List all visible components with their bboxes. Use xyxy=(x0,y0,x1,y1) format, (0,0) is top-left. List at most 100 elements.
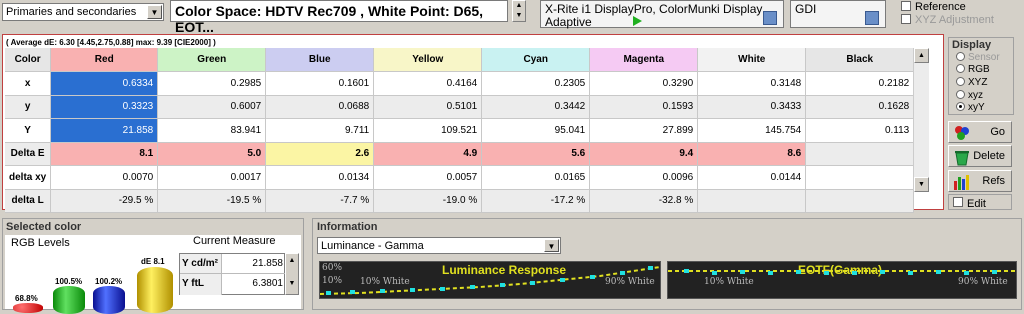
measures-scroll[interactable]: ▲ ▼ xyxy=(285,253,299,295)
table-cell[interactable]: -32.8 % xyxy=(589,189,699,213)
table-cell[interactable]: 0.113 xyxy=(805,118,915,143)
table-cell[interactable] xyxy=(805,189,915,213)
table-cell[interactable]: 109.521 xyxy=(373,118,483,143)
header-blue[interactable]: Blue xyxy=(265,48,375,72)
table-cell[interactable]: 0.3290 xyxy=(589,71,699,96)
edit-probe-icon[interactable] xyxy=(763,11,777,25)
row-label: y xyxy=(5,95,52,119)
radio-xyz-lower[interactable]: xyz xyxy=(956,90,983,101)
table-cell[interactable]: -7.7 % xyxy=(265,189,375,213)
radio-icon xyxy=(956,64,965,73)
table-cell[interactable]: -19.5 % xyxy=(157,189,267,213)
header-red[interactable]: Red xyxy=(50,48,159,72)
table-cell[interactable]: 5.0 xyxy=(157,142,267,166)
table-cell[interactable]: 0.3148 xyxy=(697,71,807,96)
table-cell[interactable] xyxy=(805,165,915,190)
scroll-up-icon[interactable]: ▲ xyxy=(914,48,929,63)
header-color[interactable]: Color xyxy=(5,48,52,72)
edit-checkbox[interactable]: Edit xyxy=(948,194,1012,210)
table-cell[interactable]: 0.0096 xyxy=(589,165,699,190)
table-cell[interactable]: 0.0688 xyxy=(265,95,375,119)
table-cell[interactable]: 0.6334 xyxy=(50,71,159,96)
primaries-select-value: Primaries and secondaries xyxy=(6,6,137,18)
table-cell[interactable]: 0.4164 xyxy=(373,71,483,96)
table-cell[interactable]: 95.041 xyxy=(481,118,591,143)
colorspace-label: Color Space: HDTV Rec709 , White Point: … xyxy=(175,3,484,35)
table-cell[interactable]: 0.1601 xyxy=(265,71,375,96)
table-cell[interactable]: 4.9 xyxy=(373,142,483,166)
table-cell[interactable]: -17.2 % xyxy=(481,189,591,213)
probe-box: X-Rite i1 DisplayPro, ColorMunki Display… xyxy=(540,0,784,29)
table-cell[interactable]: 0.0165 xyxy=(481,165,591,190)
colorspace-spinner[interactable]: ▲ ▼ xyxy=(512,0,526,22)
table-cell[interactable]: 8.1 xyxy=(50,142,159,166)
table-cell[interactable]: 0.0017 xyxy=(157,165,267,190)
table-cell[interactable]: 0.6007 xyxy=(157,95,267,119)
table-cell[interactable]: -19.0 % xyxy=(373,189,483,213)
primaries-select[interactable]: Primaries and secondaries ▼ xyxy=(2,3,164,21)
header-magenta[interactable]: Magenta xyxy=(589,48,699,72)
table-row[interactable]: y 0.3323 0.6007 0.0688 0.5101 0.3442 0.1… xyxy=(5,95,915,119)
radio-xyy[interactable]: xyY xyxy=(956,102,985,113)
table-cell[interactable]: 0.3442 xyxy=(481,95,591,119)
table-cell[interactable]: 2.6 xyxy=(265,142,375,166)
xyz-adjust-checkbox[interactable]: XYZ Adjustment xyxy=(901,14,994,26)
table-cell[interactable]: 9.4 xyxy=(589,142,699,166)
table-cell[interactable]: 0.0134 xyxy=(265,165,375,190)
table-cell[interactable]: 0.2305 xyxy=(481,71,591,96)
table-cell[interactable]: 83.941 xyxy=(157,118,267,143)
chevron-down-icon[interactable]: ▼ xyxy=(544,239,559,252)
reference-checkbox[interactable]: Reference xyxy=(901,1,966,13)
table-cell[interactable]: 0.3433 xyxy=(697,95,807,119)
table-cell[interactable]: -29.5 % xyxy=(50,189,159,213)
table-cell[interactable]: 27.899 xyxy=(589,118,699,143)
table-cell[interactable]: 0.1628 xyxy=(805,95,915,119)
table-cell[interactable]: 21.858 xyxy=(50,118,159,143)
probe-mode: Adaptive xyxy=(545,15,592,29)
table-row[interactable]: delta xy 0.0070 0.0017 0.0134 0.0057 0.0… xyxy=(5,165,915,190)
delete-button[interactable]: Delete xyxy=(948,145,1012,167)
radio-rgb[interactable]: RGB xyxy=(956,64,990,75)
table-row[interactable]: Delta E 8.1 5.0 2.6 4.9 5.6 9.4 8.6 xyxy=(5,142,915,166)
grid-scrollbar[interactable]: ▲ ▼ xyxy=(913,48,929,192)
chevron-down-icon[interactable]: ▼ xyxy=(147,5,162,19)
table-row[interactable]: Y 21.858 83.941 9.711 109.521 95.041 27.… xyxy=(5,118,915,143)
scroll-down-icon[interactable]: ▼ xyxy=(914,177,929,192)
bar-label-red: 68.8% xyxy=(15,294,38,303)
table-row[interactable]: delta L -29.5 % -19.5 % -7.7 % -19.0 % -… xyxy=(5,189,915,213)
delete-label: Delete xyxy=(973,150,1005,162)
selected-color-panel: Selected color RGB Levels Current Measur… xyxy=(2,218,304,314)
header-black[interactable]: Black xyxy=(805,48,915,72)
table-cell[interactable]: 0.5101 xyxy=(373,95,483,119)
go-button[interactable]: Go xyxy=(948,121,1012,143)
eotf-curve xyxy=(668,269,1016,275)
table-cell[interactable]: 0.0144 xyxy=(697,165,807,190)
table-cell[interactable] xyxy=(697,189,807,213)
radio-xyz-upper[interactable]: XYZ xyxy=(956,77,987,88)
table-cell[interactable]: 0.0057 xyxy=(373,165,483,190)
header-yellow[interactable]: Yellow xyxy=(373,48,483,72)
scroll-down-icon[interactable]: ▼ xyxy=(286,280,298,287)
table-cell[interactable]: 145.754 xyxy=(697,118,807,143)
scroll-up-icon[interactable]: ▲ xyxy=(286,257,298,264)
header-cyan[interactable]: Cyan xyxy=(481,48,591,72)
table-cell[interactable]: 0.0070 xyxy=(50,165,159,190)
probe-name: X-Rite i1 DisplayPro, ColorMunki Display xyxy=(545,2,763,16)
refs-button[interactable]: Refs xyxy=(948,170,1012,192)
information-select[interactable]: Luminance - Gamma ▼ xyxy=(317,237,561,254)
edit-generator-icon[interactable] xyxy=(865,11,879,25)
table-cell[interactable]: 0.1593 xyxy=(589,95,699,119)
luminance-chart: 60% 10% 10% White 90% White Luminance Re… xyxy=(319,261,661,299)
table-cell[interactable]: 5.6 xyxy=(481,142,591,166)
radio-sensor[interactable]: Sensor xyxy=(956,52,1000,63)
header-white[interactable]: White xyxy=(697,48,807,72)
table-cell[interactable]: 0.3323 xyxy=(50,95,159,119)
play-icon[interactable] xyxy=(633,16,642,26)
table-cell[interactable]: 9.711 xyxy=(265,118,375,143)
table-row[interactable]: x 0.6334 0.2985 0.1601 0.4164 0.2305 0.3… xyxy=(5,71,915,96)
table-cell[interactable]: 8.6 xyxy=(697,142,807,166)
table-cell[interactable] xyxy=(805,142,915,166)
table-cell[interactable]: 0.2985 xyxy=(157,71,267,96)
header-green[interactable]: Green xyxy=(157,48,267,72)
table-cell[interactable]: 0.2182 xyxy=(805,71,915,96)
